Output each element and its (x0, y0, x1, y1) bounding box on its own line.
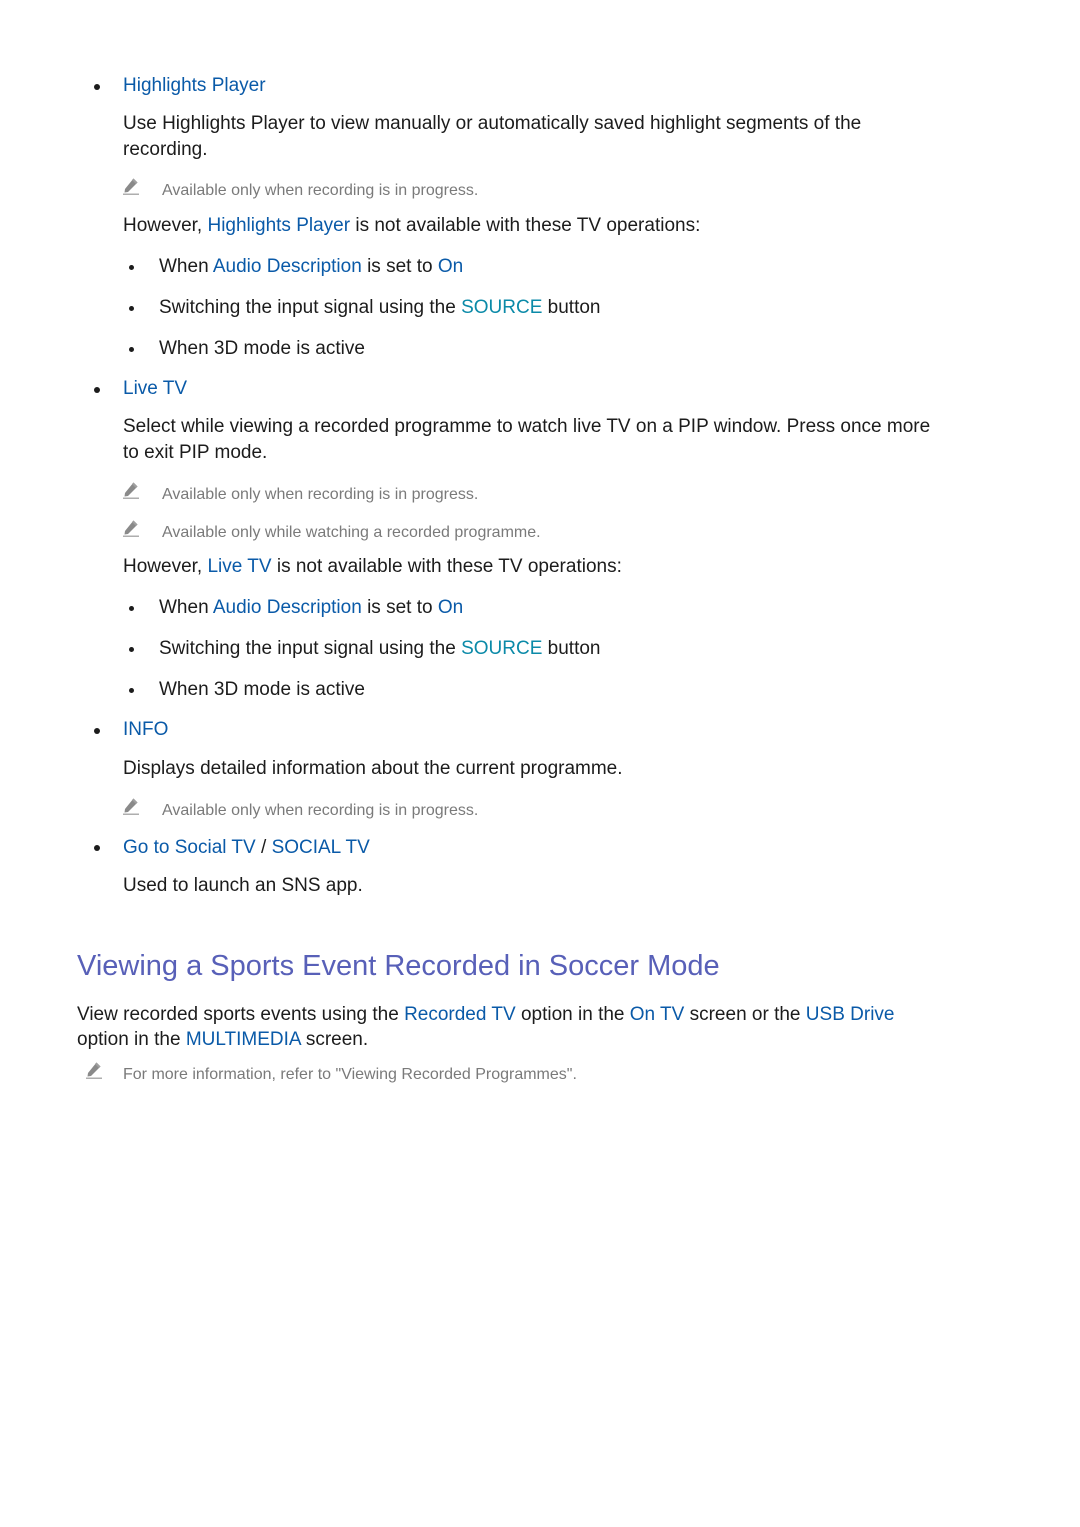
description-text: screen. (305, 1029, 369, 1050)
restriction-text: is set to (367, 597, 433, 618)
restriction-text: When (159, 597, 209, 618)
bullet-icon (129, 265, 134, 270)
bullet-icon (94, 84, 100, 90)
highlights-player-description-1: Use Highlights Player to view manually o… (123, 113, 862, 134)
restriction-item: When Audio Description is set to On (159, 595, 463, 620)
restriction-text: Switching the input signal using the (159, 297, 456, 318)
restriction-item: Switching the input signal using the SOU… (159, 295, 601, 320)
recorded-tv-link: Recorded TV (404, 1004, 516, 1025)
restriction-text: When (159, 256, 209, 277)
on-value: On (437, 256, 464, 277)
bullet-icon (94, 387, 100, 393)
go-to-social-tv-label: Go to Social TV (123, 837, 256, 858)
pencil-icon (122, 481, 140, 499)
social-tv-description: Used to launch an SNS app. (123, 875, 363, 896)
audio-description-link: Audio Description (212, 256, 362, 277)
soccer-description-2: option in the MULTIMEDIA screen. (77, 1027, 368, 1052)
description-text: screen or the (689, 1004, 801, 1025)
bullet-icon (129, 647, 134, 652)
bullet-icon (129, 306, 134, 311)
bullet-icon (129, 347, 134, 352)
bullet-icon (129, 606, 134, 611)
multimedia-link: MULTIMEDIA (185, 1029, 301, 1050)
social-tv-title: Go to Social TV / SOCIAL TV (123, 835, 370, 860)
pencil-icon (122, 797, 140, 815)
info-description: Displays detailed information about the … (123, 758, 623, 779)
however-prefix: However, (123, 215, 203, 236)
soccer-note: For more information, refer to "Viewing … (123, 1066, 577, 1083)
info-note: Available only when recording is in prog… (162, 802, 479, 819)
on-tv-link: On TV (629, 1004, 685, 1025)
live-tv-link: Live TV (207, 556, 272, 577)
bullet-icon (129, 688, 134, 693)
restriction-item: Switching the input signal using the SOU… (159, 636, 601, 661)
highlights-player-description-2: recording. (123, 139, 208, 160)
restriction-item: When 3D mode is active (159, 338, 365, 359)
bullet-icon (94, 728, 100, 734)
pencil-icon (122, 177, 140, 195)
live-tv-note: Available only while watching a recorded… (162, 524, 541, 541)
highlights-player-however: However, Highlights Player is not availa… (123, 213, 700, 238)
live-tv-description-1: Select while viewing a recorded programm… (123, 416, 931, 437)
restriction-text: is set to (367, 256, 433, 277)
title-separator: / (261, 837, 267, 858)
however-prefix: However, (123, 556, 203, 577)
source-button-label: SOURCE (461, 638, 543, 659)
bullet-icon (94, 845, 100, 851)
highlights-player-note: Available only when recording is in prog… (162, 182, 479, 199)
highlights-player-link: Highlights Player (207, 215, 351, 236)
highlights-player-title: Highlights Player (123, 75, 266, 96)
source-button-label: SOURCE (461, 297, 543, 318)
restriction-text: button (547, 297, 601, 318)
live-tv-note: Available only when recording is in prog… (162, 486, 479, 503)
live-tv-however: However, Live TV is not available with t… (123, 554, 622, 579)
however-suffix: is not available with these TV operation… (355, 215, 701, 236)
section-heading: Viewing a Sports Event Recorded in Socce… (77, 950, 720, 982)
however-suffix: is not available with these TV operation… (276, 556, 622, 577)
description-text: View recorded sports events using the (77, 1004, 399, 1025)
info-title: INFO (123, 719, 169, 740)
usb-drive-link: USB Drive (805, 1004, 895, 1025)
on-value: On (437, 597, 464, 618)
restriction-item: When Audio Description is set to On (159, 254, 463, 279)
social-tv-label: SOCIAL TV (271, 837, 370, 858)
restriction-text: Switching the input signal using the (159, 638, 456, 659)
live-tv-title: Live TV (123, 378, 188, 399)
soccer-description-1: View recorded sports events using the Re… (77, 1002, 894, 1027)
audio-description-link: Audio Description (212, 597, 362, 618)
description-text: option in the (77, 1029, 181, 1050)
restriction-text: button (547, 638, 601, 659)
pencil-icon (85, 1061, 103, 1079)
restriction-item: When 3D mode is active (159, 679, 365, 700)
live-tv-description-2: to exit PIP mode. (123, 442, 268, 463)
pencil-icon (122, 519, 140, 537)
description-text: option in the (520, 1004, 625, 1025)
